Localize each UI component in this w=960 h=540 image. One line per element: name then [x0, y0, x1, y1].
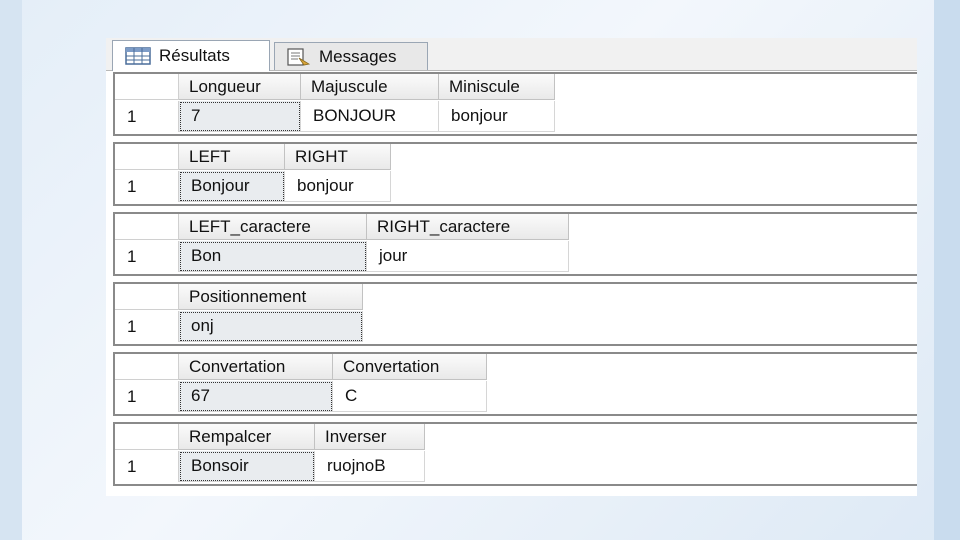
column-header[interactable]: LEFT_caractere	[179, 214, 367, 240]
query-results-panel: Résultats Messages Longueur Majuscule Mi…	[106, 38, 917, 496]
row-number-header	[115, 424, 179, 450]
table-row: 1 onj	[115, 311, 363, 342]
results-tab-bar: Résultats Messages	[106, 38, 917, 71]
row-number[interactable]: 1	[115, 451, 179, 482]
row-number[interactable]: 1	[115, 171, 179, 202]
row-number[interactable]: 1	[115, 311, 179, 342]
column-header[interactable]: Positionnement	[179, 284, 363, 310]
column-header[interactable]: LEFT	[179, 144, 285, 170]
column-header[interactable]: Rempalcer	[179, 424, 315, 450]
tab-results-label: Résultats	[159, 46, 230, 65]
messages-icon	[287, 47, 311, 66]
grid-cell[interactable]: Bon	[179, 241, 367, 272]
column-header[interactable]: Inverser	[315, 424, 425, 450]
slide-right-edge	[934, 0, 960, 540]
column-header[interactable]: Miniscule	[439, 74, 555, 100]
row-number[interactable]: 1	[115, 101, 179, 132]
row-number-header	[115, 144, 179, 170]
tab-messages-label: Messages	[319, 46, 397, 66]
column-header[interactable]: Convertation	[333, 354, 487, 380]
column-header[interactable]: RIGHT	[285, 144, 391, 170]
grid-cell[interactable]: onj	[179, 311, 363, 342]
grid-cell[interactable]: Bonsoir	[179, 451, 315, 482]
row-number-header	[115, 354, 179, 380]
column-header[interactable]: RIGHT_caractere	[367, 214, 569, 240]
table-row: 1 Bonsoir ruojnoB	[115, 451, 425, 482]
column-header[interactable]: Majuscule	[301, 74, 439, 100]
grid-cell[interactable]: 67	[179, 381, 333, 412]
tab-results[interactable]: Résultats	[112, 40, 270, 71]
grid-cell[interactable]: jour	[367, 241, 569, 272]
result-grid-left-right: LEFT RIGHT 1 Bonjour bonjour	[113, 142, 917, 206]
grid-cell[interactable]: BONJOUR	[301, 101, 439, 132]
table-row: 1 7 BONJOUR bonjour	[115, 101, 555, 132]
result-grid-replace-reverse: Rempalcer Inverser 1 Bonsoir ruojnoB	[113, 422, 917, 486]
table-row: 1 Bon jour	[115, 241, 569, 272]
table-row: 1 67 C	[115, 381, 487, 412]
grid-cell[interactable]: C	[333, 381, 487, 412]
row-number-header	[115, 284, 179, 310]
result-grid-position: Positionnement 1 onj	[113, 282, 917, 346]
slide-left-edge	[0, 0, 22, 540]
row-number[interactable]: 1	[115, 381, 179, 412]
tab-messages[interactable]: Messages	[274, 42, 428, 70]
grid-cell[interactable]: bonjour	[285, 171, 391, 202]
row-number-header	[115, 214, 179, 240]
grid-cell[interactable]: Bonjour	[179, 171, 285, 202]
grid-cell[interactable]: ruojnoB	[315, 451, 425, 482]
row-number-header	[115, 74, 179, 100]
table-row: 1 Bonjour bonjour	[115, 171, 391, 202]
column-header[interactable]: Convertation	[179, 354, 333, 380]
row-number[interactable]: 1	[115, 241, 179, 272]
result-grid-length-case: Longueur Majuscule Miniscule 1 7 BONJOUR…	[113, 72, 917, 136]
grid-cell[interactable]: bonjour	[439, 101, 555, 132]
result-grid-conversion: Convertation Convertation 1 67 C	[113, 352, 917, 416]
grid-icon	[125, 47, 151, 65]
grid-cell[interactable]: 7	[179, 101, 301, 132]
column-header[interactable]: Longueur	[179, 74, 301, 100]
result-grid-left-right-caractere: LEFT_caractere RIGHT_caractere 1 Bon jou…	[113, 212, 917, 276]
